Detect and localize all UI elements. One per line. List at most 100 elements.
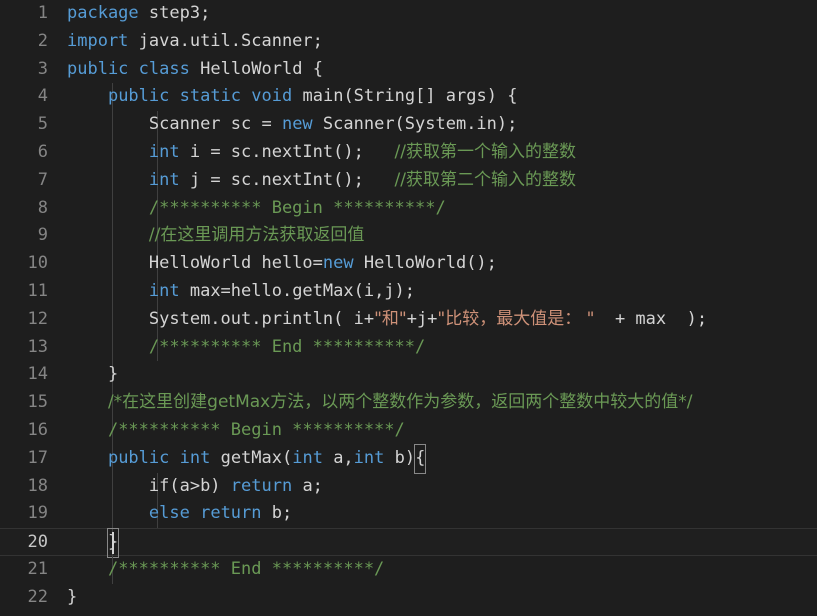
line-content[interactable]: /*在这里创建getMax方法，以两个整数作为参数，返回两个整数中较大的值*/ [67,389,693,417]
editor-line[interactable]: 16 /********** Begin **********/ [0,416,817,445]
line-content[interactable]: /********** End **********/ [67,556,384,584]
line-content[interactable]: public static void main(String[] args) { [67,83,517,111]
token-keyword: class [138,58,190,79]
token-keyword: void [251,86,293,107]
token-keyword: new [281,114,313,135]
editor-line[interactable]: 14 } [0,361,817,390]
token-keyword: int [179,447,211,468]
token-plain: main(String[] args) { [302,86,518,107]
token-keyword: new [322,253,354,274]
line-content[interactable]: /********** End **********/ [67,334,425,362]
token-string: "比较，最大值是： " [437,308,595,329]
line-content[interactable]: } [67,584,77,612]
editor-line[interactable]: 17 public int getMax(int a,int b){ [0,443,817,474]
token-comment: /********** End **********/ [107,558,385,579]
line-content[interactable]: HelloWorld hello=new HelloWorld(); [67,250,497,278]
line-content[interactable]: Scanner sc = new Scanner(System.in); [67,111,517,139]
token-plain: j = sc.nextInt(); [179,169,395,190]
token-plain: max=hello.getMax(i,j); [179,280,416,301]
token-keyword: int [148,169,180,190]
line-number: 3 [37,58,48,79]
line-number: 8 [37,197,48,218]
token-plain: i = sc.nextInt(); [179,141,395,162]
line-number: 11 [27,280,48,301]
token-keyword: int [148,141,180,162]
editor-line[interactable]: 5 Scanner sc = new Scanner(System.in); [0,111,817,139]
token-comment: //在这里调用方法获取返回值 [148,225,365,246]
editor-line[interactable]: 3 public class HelloWorld { [0,56,817,84]
line-number: 14 [27,364,48,385]
line-number: 6 [37,141,48,162]
token-comment: /********** End **********/ [148,336,426,357]
editor-line[interactable]: 18 if(a>b) return a; [0,472,817,501]
token-comment: /********** Begin **********/ [148,197,446,218]
line-number: 4 [37,86,48,107]
line-content[interactable]: } [67,361,118,389]
editor-line[interactable]: 22 } [0,584,817,612]
token-keyword: public [67,58,129,79]
line-number: 12 [27,308,48,329]
token-plain: Scanner sc = [148,114,282,135]
line-content[interactable]: int i = sc.nextInt(); //获取第一个输入的整数 [67,139,576,167]
line-number: 5 [37,114,48,135]
token-keyword: public [107,86,170,107]
line-content[interactable]: if(a>b) return a; [67,473,323,501]
editor-line[interactable]: 21 /********** End **********/ [0,555,817,584]
editor-line[interactable]: 10 HelloWorld hello=new HelloWorld(); [0,250,817,278]
line-number-active: 20 [27,532,48,553]
line-number: 15 [27,392,48,413]
text-cursor [112,532,114,555]
line-content[interactable]: int max=hello.getMax(i,j); [67,278,415,306]
token-brace: { [312,58,323,79]
line-content[interactable]: /********** Begin **********/ [67,195,446,223]
line-number: 17 [27,447,48,468]
token-comment: /********** Begin **********/ [107,419,405,440]
line-content[interactable]: else return b; [67,500,292,528]
editor-line[interactable]: 1 package step3; [0,0,817,28]
editor-line[interactable]: 13 /********** End **********/ [0,333,817,362]
token-plain: +j+ [406,308,438,329]
editor-line[interactable]: 6 int i = sc.nextInt(); //获取第一个输入的整数 [0,138,817,167]
line-content[interactable]: import java.util.Scanner; [67,28,323,56]
token-keyword: int [292,447,323,468]
token-keyword: int [353,447,385,468]
line-number: 19 [27,503,48,524]
editor-line[interactable]: 4 public static void main(String[] args)… [0,83,817,112]
editor-line[interactable]: 12 System.out.println( i+"和"+j+"比较，最大值是：… [0,305,817,334]
token-plain: java.util.Scanner; [128,30,323,51]
token-keyword: else [148,503,190,524]
editor-line[interactable]: 9 //在这里调用方法获取返回值 [0,222,817,251]
line-content[interactable]: System.out.println( i+"和"+j+"比较，最大值是： " … [67,306,707,334]
code-editor[interactable]: 1 package step3; 2 import java.util.Scan… [0,0,817,616]
token-keyword: public [107,447,170,468]
token-plain: b; [261,503,293,524]
token-brace: } [67,586,78,607]
line-number: 7 [37,169,48,190]
editor-line-active[interactable]: 20 } [0,528,817,558]
editor-line[interactable]: 19 else return b; [0,500,817,529]
editor-line[interactable]: 15 /*在这里创建getMax方法，以两个整数作为参数，返回两个整数中较大的值… [0,389,817,417]
token-plain: a, [322,447,354,468]
line-number: 21 [27,558,48,579]
token-keyword: import [67,30,129,51]
line-content[interactable]: public class HelloWorld { [67,56,323,84]
line-content[interactable]: /********** Begin **********/ [67,417,405,445]
editor-line[interactable]: 7 int j = sc.nextInt(); //获取第二个输入的整数 [0,166,817,195]
line-content[interactable]: int j = sc.nextInt(); //获取第二个输入的整数 [67,167,576,195]
line-content[interactable]: public int getMax(int a,int b){ [67,443,427,474]
token-plain: + max ); [594,308,708,329]
line-number: 1 [37,3,48,23]
token-plain: Scanner(System.in); [312,114,518,135]
line-content[interactable]: } [67,528,120,558]
line-content[interactable]: //在这里调用方法获取返回值 [67,222,364,250]
token-brace: } [107,364,119,385]
line-content[interactable]: package step3; [67,0,210,28]
editor-line[interactable]: 2 import java.util.Scanner; [0,28,817,56]
token-plain: HelloWorld(); [353,253,497,274]
token-method-name: getMax( [210,447,293,468]
editor-line[interactable]: 8 /********** Begin **********/ [0,194,817,223]
token-keyword: package [67,3,139,23]
line-number: 18 [27,475,48,496]
token-plain: step3; [138,3,211,23]
editor-line[interactable]: 11 int max=hello.getMax(i,j); [0,277,817,306]
